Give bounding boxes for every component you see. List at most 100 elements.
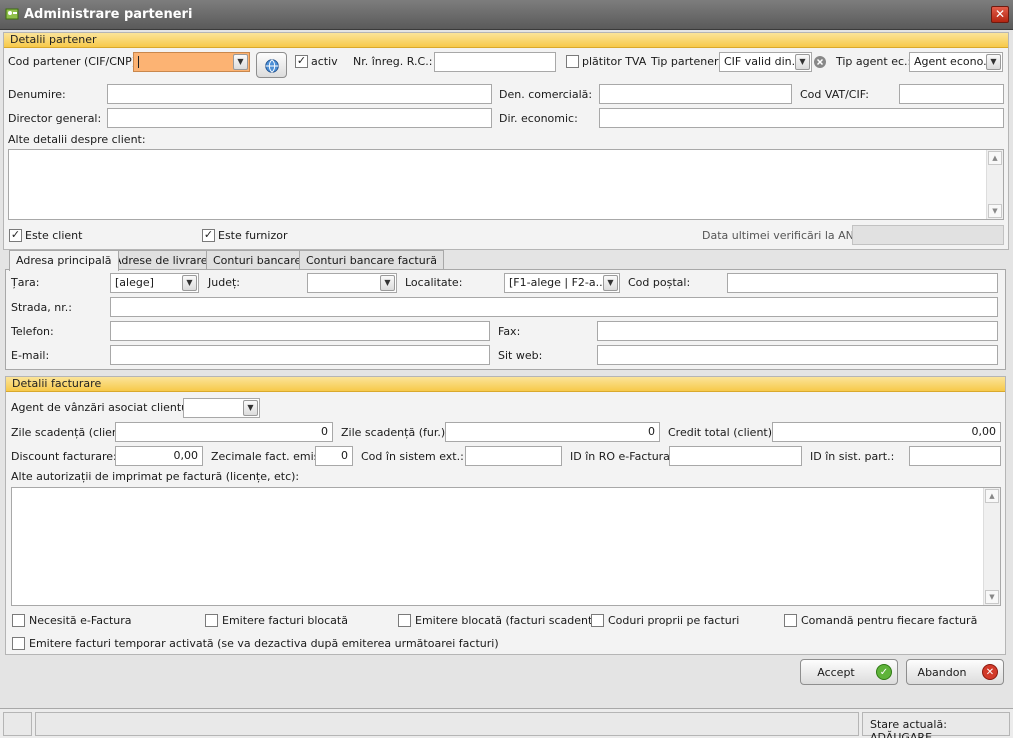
tab-adrese-livrare[interactable]: Adrese de livrare (107, 250, 215, 270)
abandon-button-label: Abandon (917, 666, 967, 679)
cod-postal-label: Cod poștal: (628, 276, 691, 289)
tip-agent-value: Agent econo... (914, 55, 994, 68)
chevron-down-icon[interactable]: ▼ (986, 54, 1001, 70)
tip-agent-select[interactable]: Agent econo... ▼ (909, 52, 1003, 72)
tab-conturi-bancare[interactable]: Conturi bancare (206, 250, 309, 270)
id-sist-part-input[interactable] (909, 446, 1001, 466)
localitate-label: Localitate: (405, 276, 463, 289)
scrollbar[interactable]: ▲ ▼ (986, 150, 1003, 219)
tara-select[interactable]: [alege] ▼ (110, 273, 199, 293)
alte-detalii-textarea[interactable]: ▲ ▼ (8, 149, 1004, 220)
alte-detalii-label: Alte detalii despre client: (8, 133, 146, 146)
cod-partener-input[interactable]: ▼ (133, 52, 250, 72)
text-cursor (138, 56, 139, 68)
este-client-label: Este client (25, 229, 83, 242)
abandon-button[interactable]: Abandon ✕ (906, 659, 1004, 685)
chevron-down-icon[interactable]: ▼ (380, 275, 395, 291)
close-icon[interactable]: ✕ (991, 6, 1009, 23)
zecimale-input[interactable]: 0 (315, 446, 353, 466)
check-circle-icon: ✓ (876, 664, 892, 680)
chevron-down-icon[interactable]: ▼ (603, 275, 618, 291)
agent-vanzari-label: Agent de vânzări asociat clientului: (11, 401, 205, 414)
nr-reg-label: Nr. înreg. R.C.: (353, 55, 433, 68)
emitere-blocata-checkbox[interactable] (205, 614, 218, 627)
accept-button[interactable]: Accept ✓ (800, 659, 898, 685)
fax-input[interactable] (597, 321, 998, 341)
tara-label: Țara: (11, 276, 40, 289)
chevron-down-icon[interactable]: ▼ (243, 400, 258, 416)
billing-details-header: Detalii facturare (6, 377, 1005, 392)
den-comerciala-input[interactable] (599, 84, 792, 104)
coduri-proprii-checkbox[interactable] (591, 614, 604, 627)
status-segment-state: Stare actuală: ADĂUGARE (862, 712, 1010, 738)
site-input[interactable] (597, 345, 998, 365)
id-ro-efactura-label: ID în RO e-Factura: (570, 450, 674, 463)
alte-autorizatii-textarea[interactable]: ▲ ▼ (11, 487, 1001, 606)
este-client-checkbox[interactable]: ✓ (9, 229, 22, 242)
cod-vat-label: Cod VAT/CIF: (800, 88, 869, 101)
discount-input[interactable]: 0,00 (115, 446, 203, 466)
denumire-input[interactable] (107, 84, 492, 104)
browse-partner-button[interactable] (256, 52, 287, 78)
chevron-down-icon[interactable]: ▼ (233, 54, 248, 70)
activ-checkbox[interactable]: ✓ (295, 55, 308, 68)
director-input[interactable] (107, 108, 492, 128)
tab-conturi-bancare-factura[interactable]: Conturi bancare factură (299, 250, 444, 270)
globe-search-icon (265, 59, 279, 73)
emitere-blocata-scadente-checkbox[interactable] (398, 614, 411, 627)
den-comerciala-label: Den. comercială: (499, 88, 593, 101)
agent-vanzari-select[interactable]: ▼ (183, 398, 260, 418)
cod-partener-label: Cod partener (CIF/CNP): (8, 55, 140, 68)
platitor-tva-checkbox[interactable] (566, 55, 579, 68)
activ-label: activ (311, 55, 338, 68)
necesita-efactura-checkbox[interactable] (12, 614, 25, 627)
cod-postal-input[interactable] (727, 273, 998, 293)
scroll-down-icon[interactable]: ▼ (985, 590, 999, 604)
dir-economic-label: Dir. economic: (499, 112, 578, 125)
comanda-fiecare-checkbox[interactable] (784, 614, 797, 627)
cod-sistem-input[interactable] (465, 446, 562, 466)
dir-economic-input[interactable] (599, 108, 1004, 128)
clear-icon[interactable] (813, 55, 827, 69)
tab-adresa-principala[interactable]: Adresa principală (9, 250, 119, 271)
chevron-down-icon[interactable]: ▼ (182, 275, 197, 291)
judet-label: Județ: (208, 276, 240, 289)
telefon-input[interactable] (110, 321, 490, 341)
cod-vat-input[interactable] (899, 84, 1004, 104)
zecimale-label: Zecimale fact. emise: (211, 450, 330, 463)
judet-select[interactable]: ▼ (307, 273, 397, 293)
necesita-efactura-label: Necesită e-Factura (29, 614, 132, 627)
telefon-label: Telefon: (11, 325, 54, 338)
tip-agent-label: Tip agent ec.: (836, 55, 912, 68)
window-titlebar: Administrare parteneri ✕ (0, 0, 1013, 30)
scroll-up-icon[interactable]: ▲ (985, 489, 999, 503)
id-sist-part-label: ID în sist. part.: (810, 450, 895, 463)
strada-input[interactable] (110, 297, 998, 317)
chevron-down-icon[interactable]: ▼ (795, 54, 810, 70)
tip-partener-select[interactable]: CIF valid din... ▼ (719, 52, 812, 72)
site-label: Sit web: (498, 349, 543, 362)
scrollbar[interactable]: ▲ ▼ (983, 488, 1000, 605)
alte-autorizatii-label: Alte autorizații de imprimat pe factură … (11, 470, 300, 483)
zile-scadenta-fur-label: Zile scadență (fur.): (341, 426, 449, 439)
email-input[interactable] (110, 345, 490, 365)
emitere-temporar-checkbox[interactable] (12, 637, 25, 650)
tip-partener-value: CIF valid din... (724, 55, 803, 68)
credit-total-label: Credit total (client): (668, 426, 776, 439)
scroll-down-icon[interactable]: ▼ (988, 204, 1002, 218)
discount-label: Discount facturare: (11, 450, 117, 463)
nr-reg-input[interactable] (434, 52, 556, 72)
zile-scadenta-fur-input[interactable]: 0 (445, 422, 660, 442)
strada-label: Strada, nr.: (11, 301, 72, 314)
zile-scadenta-client-label: Zile scadență (client) (11, 426, 128, 439)
localitate-select[interactable]: [F1-alege | F2-a... ▼ (504, 273, 620, 293)
scroll-up-icon[interactable]: ▲ (988, 151, 1002, 165)
zile-scadenta-client-input[interactable]: 0 (115, 422, 333, 442)
status-bar: Stare actuală: ADĂUGARE (0, 708, 1013, 738)
credit-total-input[interactable]: 0,00 (772, 422, 1001, 442)
emitere-temporar-label: Emitere facturi temporar activată (se va… (29, 637, 499, 650)
status-segment-2 (35, 712, 859, 736)
id-ro-efactura-input[interactable] (669, 446, 802, 466)
este-furnizor-checkbox[interactable]: ✓ (202, 229, 215, 242)
platitor-tva-label: plătitor TVA (582, 55, 647, 68)
